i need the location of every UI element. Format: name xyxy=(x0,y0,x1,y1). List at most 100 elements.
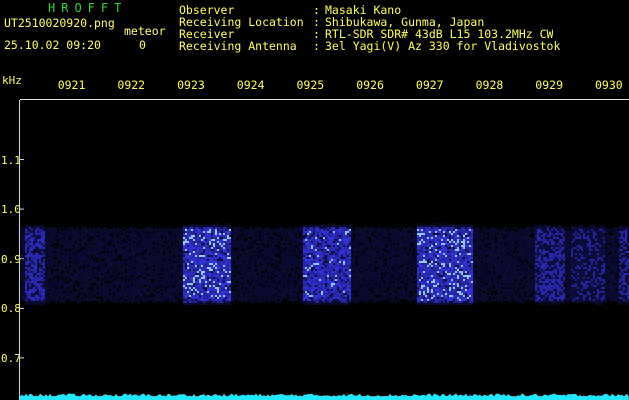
spectrogram-cell xyxy=(67,297,69,299)
spectrogram-cell xyxy=(205,227,207,229)
spectrogram-cell xyxy=(25,271,27,273)
spectrogram-cell xyxy=(233,249,235,251)
spectrogram-cell xyxy=(285,269,287,271)
spectrogram-cell xyxy=(49,245,51,247)
spectrogram-cell xyxy=(305,285,307,287)
spectrogram-cell xyxy=(217,293,219,295)
spectrogram-cell xyxy=(123,235,125,237)
spectrogram-cell xyxy=(137,265,139,267)
spectrogram-cell xyxy=(141,259,143,261)
spectrogram-cell xyxy=(285,271,287,273)
spectrogram-cell xyxy=(265,263,267,265)
spectrogram-cell xyxy=(301,297,303,299)
spectrogram-cell xyxy=(117,279,119,281)
spectrogram-cell xyxy=(281,289,283,291)
spectrogram-cell xyxy=(195,253,197,255)
spectrogram-cell xyxy=(211,265,213,267)
spectrogram-cell xyxy=(291,257,293,259)
spectrogram-cell xyxy=(185,291,187,293)
spectrogram-cell xyxy=(161,231,163,233)
spectrogram-cell xyxy=(77,253,79,255)
spectrogram-cell xyxy=(259,281,261,283)
spectrogram-cell xyxy=(233,295,235,297)
spectrogram-cell xyxy=(21,245,23,247)
spectrogram-cell xyxy=(305,245,307,247)
spectrogram-cell xyxy=(125,293,127,295)
spectrogram-cell xyxy=(115,263,117,265)
spectrogram-cell xyxy=(195,257,197,259)
spectrogram-cell xyxy=(301,281,303,283)
spectrogram-cell xyxy=(239,237,241,239)
spectrogram-cell xyxy=(227,289,229,291)
spectrogram-cell xyxy=(269,233,271,235)
spectrogram-cell xyxy=(137,297,139,299)
spectrogram-cell xyxy=(305,239,307,241)
spectrogram-cell xyxy=(109,231,111,233)
spectrogram-cell xyxy=(265,277,267,279)
spectrogram-cell xyxy=(21,289,23,291)
spectrogram-cell xyxy=(231,273,233,275)
spectrogram-cell xyxy=(47,265,49,267)
spectrogram-cell xyxy=(203,227,205,229)
spectrogram-cell xyxy=(97,261,99,263)
spectrogram-cell xyxy=(147,263,149,265)
spectrogram-cell xyxy=(197,303,199,305)
spectrogram-cell xyxy=(93,227,95,229)
spectrogram-cell xyxy=(297,261,299,263)
spectrogram-cell xyxy=(219,247,221,249)
spectrogram-cell xyxy=(53,287,55,289)
spectrogram-cell xyxy=(227,287,229,289)
spectrogram-cell xyxy=(307,227,309,229)
spectrogram-cell xyxy=(35,241,37,243)
spectrogram-cell xyxy=(161,287,163,289)
spectrogram-cell xyxy=(23,255,25,257)
spectrogram-cell xyxy=(299,245,301,247)
spectrogram-cell xyxy=(141,261,143,263)
spectrogram-cell xyxy=(131,279,133,281)
spectrogram-cell xyxy=(183,301,185,303)
spectrogram-cell xyxy=(39,299,41,301)
spectrogram-cell xyxy=(33,267,35,269)
spectrogram-cell xyxy=(219,277,221,279)
spectrogram-cell xyxy=(259,279,261,281)
spectrogram-cell xyxy=(155,277,157,279)
spectrogram-cell xyxy=(91,235,93,237)
spectrogram-cell xyxy=(129,265,131,267)
spectrogram-cell xyxy=(187,277,189,279)
spectrogram-cell xyxy=(143,271,145,273)
spectrogram-cell xyxy=(291,231,293,233)
spectrogram-cell xyxy=(305,275,307,277)
spectrogram-cell xyxy=(73,257,75,259)
spectrogram-cell xyxy=(185,225,187,227)
spectrogram-cell xyxy=(215,259,217,261)
spectrogram-cell xyxy=(177,271,179,273)
spectrogram-cell xyxy=(251,239,253,241)
spectrogram-cell xyxy=(27,239,29,241)
spectrogram-cell xyxy=(127,275,129,277)
spectrogram-plot[interactable] xyxy=(20,100,629,400)
spectrogram-cell xyxy=(273,255,275,257)
spectrogram-cell xyxy=(115,267,117,269)
spectrogram-cell xyxy=(163,275,165,277)
spectrogram-cell xyxy=(103,267,105,269)
spectrogram-cell xyxy=(109,251,111,253)
spectrogram-cell xyxy=(179,295,181,297)
spectrogram-cell xyxy=(187,287,189,289)
spectrogram-cell xyxy=(111,293,113,295)
spectrogram-cell xyxy=(25,259,27,261)
spectrogram-cell xyxy=(293,231,295,233)
spectrogram-cell xyxy=(73,247,75,249)
spectrogram-cell xyxy=(295,265,297,267)
spectrogram-cell xyxy=(81,271,83,273)
spectrogram-cell xyxy=(165,299,167,301)
spectrogram-cell xyxy=(247,257,249,259)
spectrogram-cell xyxy=(113,265,115,267)
spectrogram-cell xyxy=(251,267,253,269)
spectrogram-cell xyxy=(295,227,297,229)
spectrogram-cell xyxy=(45,271,47,273)
spectrogram-cell xyxy=(229,259,231,261)
spectrogram-cell xyxy=(209,245,211,247)
spectrogram-cell xyxy=(69,253,71,255)
spectrogram-cell xyxy=(93,245,95,247)
spectrogram-cell xyxy=(231,263,233,265)
